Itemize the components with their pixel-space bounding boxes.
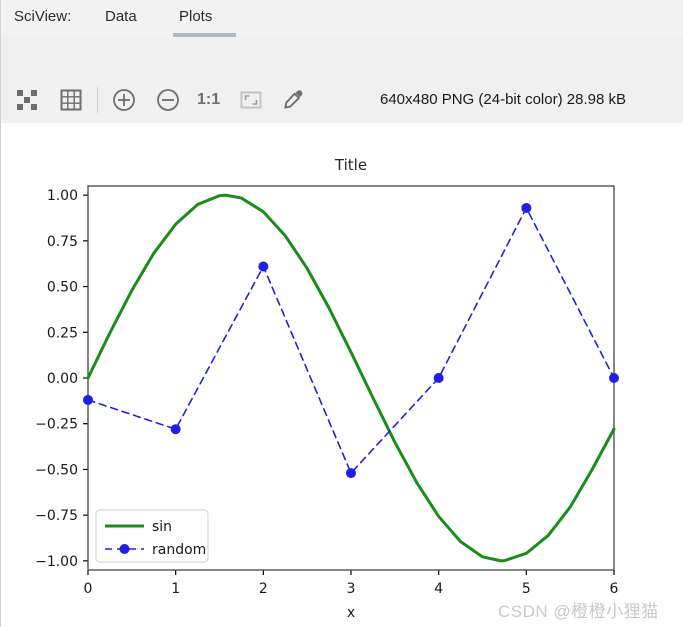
zoom-out-icon[interactable]: [156, 88, 180, 112]
panel-title: SciView:: [14, 8, 71, 25]
tab-plots[interactable]: Plots: [179, 8, 212, 25]
watermark-text: CSDN @橙橙小狸猫: [498, 597, 659, 622]
legend-label: random: [152, 542, 206, 558]
x-tick-label: 4: [434, 581, 443, 597]
x-tick-label: 0: [84, 581, 93, 597]
plot-canvas[interactable]: Title −1.00 −0.75 −0.50 −0.25 0.00 0.25 0.50 0.7…: [1, 123, 683, 627]
data-point-random: [346, 468, 356, 478]
actual-size-icon[interactable]: 1:1: [197, 88, 227, 112]
fit-to-window-icon[interactable]: [239, 88, 263, 112]
x-tick-label: 1: [171, 581, 180, 597]
toolbar: 1:1 640x480 PNG (24-bit color) 28.98 kB: [1, 37, 683, 123]
y-tick-label: −1.00: [35, 554, 78, 570]
y-tick-label: 0.75: [47, 234, 78, 250]
matplotlib-figure: Title −1.00 −0.75 −0.50 −0.25 0.00 0.25 0.50 0.7…: [1, 123, 683, 627]
legend-label: sin: [152, 519, 172, 535]
x-tick-label: 6: [610, 581, 619, 597]
data-point-random: [434, 373, 444, 383]
fit-content-icon[interactable]: [15, 88, 39, 112]
x-tick-label: 3: [347, 581, 356, 597]
y-tick-label: 1.00: [47, 188, 78, 204]
x-axis-label: x: [347, 605, 355, 621]
actual-size-label: 1:1: [197, 88, 227, 112]
tab-data[interactable]: Data: [105, 8, 137, 25]
y-tick-label: 0.25: [47, 325, 78, 341]
y-tick-label: −0.75: [35, 508, 78, 524]
data-point-random: [258, 261, 268, 271]
tab-bar: SciView: Data Plots: [1, 0, 683, 37]
data-point-random: [609, 373, 619, 383]
x-tick-label: 2: [259, 581, 268, 597]
grid-icon[interactable]: [59, 88, 83, 112]
color-picker-icon[interactable]: [282, 88, 306, 112]
y-tick-label: 0.00: [47, 371, 78, 387]
toolbar-separator: [97, 87, 98, 113]
y-tick-label: 0.50: [47, 280, 78, 296]
chart-title: Title: [334, 156, 367, 174]
data-point-random: [171, 424, 181, 434]
y-tick-label: −0.25: [35, 417, 78, 433]
zoom-in-icon[interactable]: [112, 88, 136, 112]
chart-legend: sin random: [96, 510, 208, 562]
sciview-panel: SciView: Data Plots: [0, 0, 683, 627]
data-point-random: [83, 395, 93, 405]
data-point-random: [521, 203, 531, 213]
x-tick-label: 5: [522, 581, 531, 597]
image-info-status: 640x480 PNG (24-bit color) 28.98 kB: [380, 88, 626, 112]
y-tick-label: −0.50: [35, 462, 78, 478]
